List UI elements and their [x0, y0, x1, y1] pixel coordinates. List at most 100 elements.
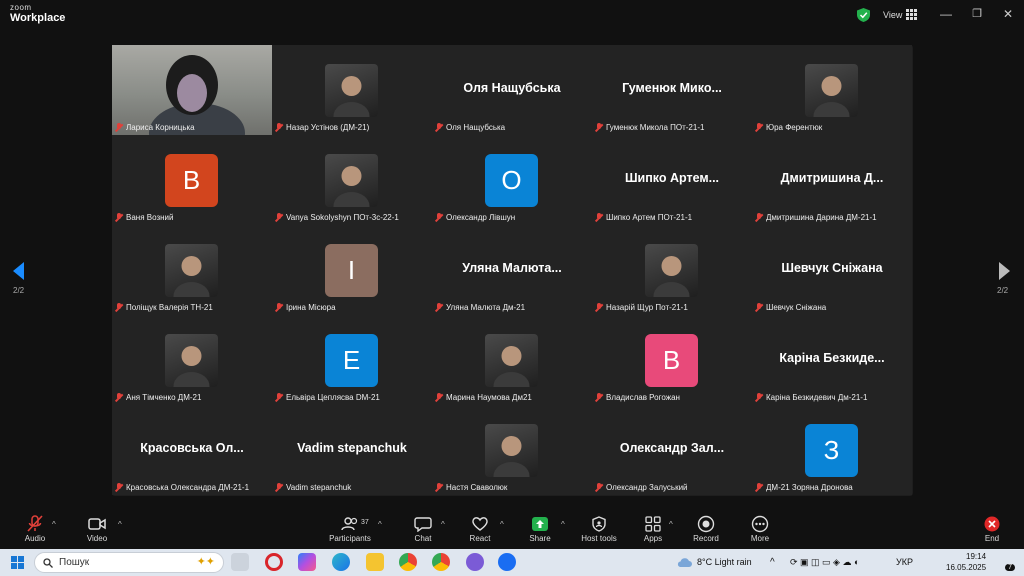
copilot-icon[interactable] [298, 553, 316, 571]
participant-tile[interactable]: Аня Тімченко ДМ-21 [112, 315, 272, 405]
participant-tile[interactable]: Назарій Щур Пот-21-1 [592, 225, 752, 315]
participants-options-caret[interactable]: ^ [378, 520, 382, 529]
page-indicator-left: 2/2 [13, 286, 25, 295]
participant-tile[interactable]: Шипко Артем... Шипко Артем ПОт-21-1 [592, 135, 752, 225]
mic-muted-icon [115, 213, 123, 222]
participant-tile[interactable]: Vanya Sokolyshyn ПОт-3с-22-1 [272, 135, 432, 225]
mic-muted-icon [275, 393, 283, 402]
apps-button[interactable]: Apps [623, 514, 683, 543]
participant-tile[interactable]: Назар Устінов (ДМ-21) [272, 45, 432, 135]
chat-options-caret[interactable]: ^ [441, 520, 445, 529]
view-button[interactable]: View [883, 9, 918, 20]
viber-icon[interactable] [466, 553, 484, 571]
close-icon[interactable]: ✕ [998, 6, 1018, 22]
share-options-caret[interactable]: ^ [561, 520, 565, 529]
language-indicator[interactable]: УКР [896, 549, 913, 576]
participant-tile[interactable]: Оля Нащубська Оля Нащубська [432, 45, 592, 135]
participant-name: Ваня Возний [126, 213, 174, 222]
participant-name-tag: Дмитришина Дарина ДМ-21-1 [755, 213, 877, 222]
tray-overflow-icon[interactable]: ^ [770, 549, 775, 576]
record-button[interactable]: Record [676, 514, 736, 543]
mic-muted-icon [435, 393, 443, 402]
host-tools-button[interactable]: Host tools [569, 514, 629, 543]
participant-tile[interactable]: Уляна Малюта... Уляна Малюта Дм-21 [432, 225, 592, 315]
participant-tile[interactable]: Vadim stepanchuk Vadim stepanchuk [272, 405, 432, 495]
participant-avatar-photo [325, 64, 378, 117]
participant-name-tag: Настя Сваволюк [435, 483, 507, 492]
participant-tile[interactable]: Е Ельвіра Цеплясва DM-21 [272, 315, 432, 405]
participant-name-tag: Каріна Безкидевич Дм-21-1 [755, 393, 867, 402]
mic-muted-icon [595, 213, 603, 222]
participant-name: Красовська Олександра ДМ-21-1 [126, 483, 250, 492]
participant-name: Аня Тімченко ДМ-21 [126, 393, 202, 402]
edge-icon[interactable] [332, 553, 350, 571]
participant-tile[interactable]: Каріна Безкиде... Каріна Безкидевич Дм-21… [752, 315, 912, 405]
participant-tile[interactable]: Марина Наумова Дм21 [432, 315, 592, 405]
file-explorer-icon[interactable] [366, 553, 384, 571]
participant-tile[interactable]: І Ірина Місюра [272, 225, 432, 315]
participants-button[interactable]: Participants [320, 514, 380, 543]
participant-display-name: Дмитришина Д... [780, 171, 884, 185]
mic-muted-icon [595, 123, 603, 132]
video-options-caret[interactable]: ^ [118, 520, 122, 529]
next-page-button[interactable]: 2/2 [997, 262, 1011, 295]
security-shield-icon[interactable] [857, 8, 870, 22]
end-button[interactable]: End [962, 514, 1022, 543]
participant-tile[interactable]: В Владислав Рогожан [592, 315, 752, 405]
prev-page-button[interactable]: 2/2 [13, 262, 25, 295]
end-label: End [984, 534, 1000, 543]
participant-tile[interactable]: Лариса Корницька [112, 45, 272, 135]
apps-options-caret[interactable]: ^ [669, 520, 673, 529]
mic-muted-icon [755, 393, 763, 402]
more-button[interactable]: More [730, 514, 790, 543]
restore-icon[interactable]: ❐ [967, 6, 987, 22]
participant-tile[interactable]: З ДМ-21 Зоряна Дронова [752, 405, 912, 495]
task-view-icon[interactable] [231, 553, 249, 571]
tray-icons[interactable]: ⟳ ▣ ◫ ▭ ◈ ☁ ◐ [790, 549, 859, 576]
participant-name-tag: Поліщук Валерія ТН-21 [115, 303, 213, 312]
participant-tile[interactable]: Настя Сваволюк [432, 405, 592, 495]
minimize-icon[interactable]: — [936, 6, 956, 22]
participant-tile[interactable]: В Ваня Возний [112, 135, 272, 225]
opera-icon[interactable] [265, 553, 283, 571]
apps-label: Apps [643, 534, 663, 543]
participant-tile[interactable]: Олександр Зал... Олександр Залуський [592, 405, 752, 495]
participant-name: Каріна Безкидевич Дм-21-1 [766, 393, 868, 402]
participant-display-name: Гуменюк Мико... [622, 81, 722, 95]
mic-muted-icon [275, 123, 283, 132]
participant-tile[interactable]: Красовська Ол... Красовська Олександра ДМ… [112, 405, 272, 495]
participant-name: Vadim stepanchuk [286, 483, 352, 492]
participant-tile[interactable]: Дмитришина Д... Дмитришина Дарина ДМ-21-1 [752, 135, 912, 225]
mic-muted-icon [755, 483, 763, 492]
zoom-taskbar-icon[interactable] [498, 553, 516, 571]
chrome-icon[interactable] [399, 553, 417, 571]
participant-display-name: Vadim stepanchuk [297, 441, 407, 455]
chrome-icon-2[interactable] [432, 553, 450, 571]
taskbar-search[interactable]: Пошук ✦✦ [34, 552, 224, 573]
participant-name-tag: Шевчук Сніжана [755, 303, 826, 312]
clock[interactable]: 19:14 16.05.2025 [946, 551, 986, 573]
mic-muted-icon [595, 483, 603, 492]
weather-text[interactable]: 8°C Light rain [697, 549, 752, 576]
right-arrow-icon [999, 262, 1010, 280]
audio-button[interactable]: Audio [5, 514, 65, 543]
mic-muted-icon [115, 303, 123, 312]
participant-tile[interactable]: Поліщук Валерія ТН-21 [112, 225, 272, 315]
clock-time: 19:14 [966, 552, 987, 561]
notifications-icon[interactable]: 7 [999, 556, 1015, 571]
participant-avatar-photo [485, 334, 538, 387]
react-options-caret[interactable]: ^ [500, 520, 504, 529]
mic-muted-icon [275, 303, 283, 312]
brand-top: zoom [10, 3, 32, 12]
participant-name-tag: Олександр Залуський [595, 483, 688, 492]
participant-avatar-photo [325, 154, 378, 207]
participant-tile[interactable]: О Олександр Лівшун [432, 135, 592, 225]
windows-start-icon[interactable] [11, 556, 24, 569]
participant-tile[interactable]: Юра Ферентюк [752, 45, 912, 135]
participant-initial-avatar: О [485, 154, 538, 207]
audio-options-caret[interactable]: ^ [52, 520, 56, 529]
participant-tile[interactable]: Гуменюк Мико... Гуменюк Микола ПОт-21-1 [592, 45, 752, 135]
chat-label: Chat [414, 534, 432, 543]
participant-tile[interactable]: Шевчук Сніжана Шевчук Сніжана [752, 225, 912, 315]
participant-name-tag: Аня Тімченко ДМ-21 [115, 393, 201, 402]
